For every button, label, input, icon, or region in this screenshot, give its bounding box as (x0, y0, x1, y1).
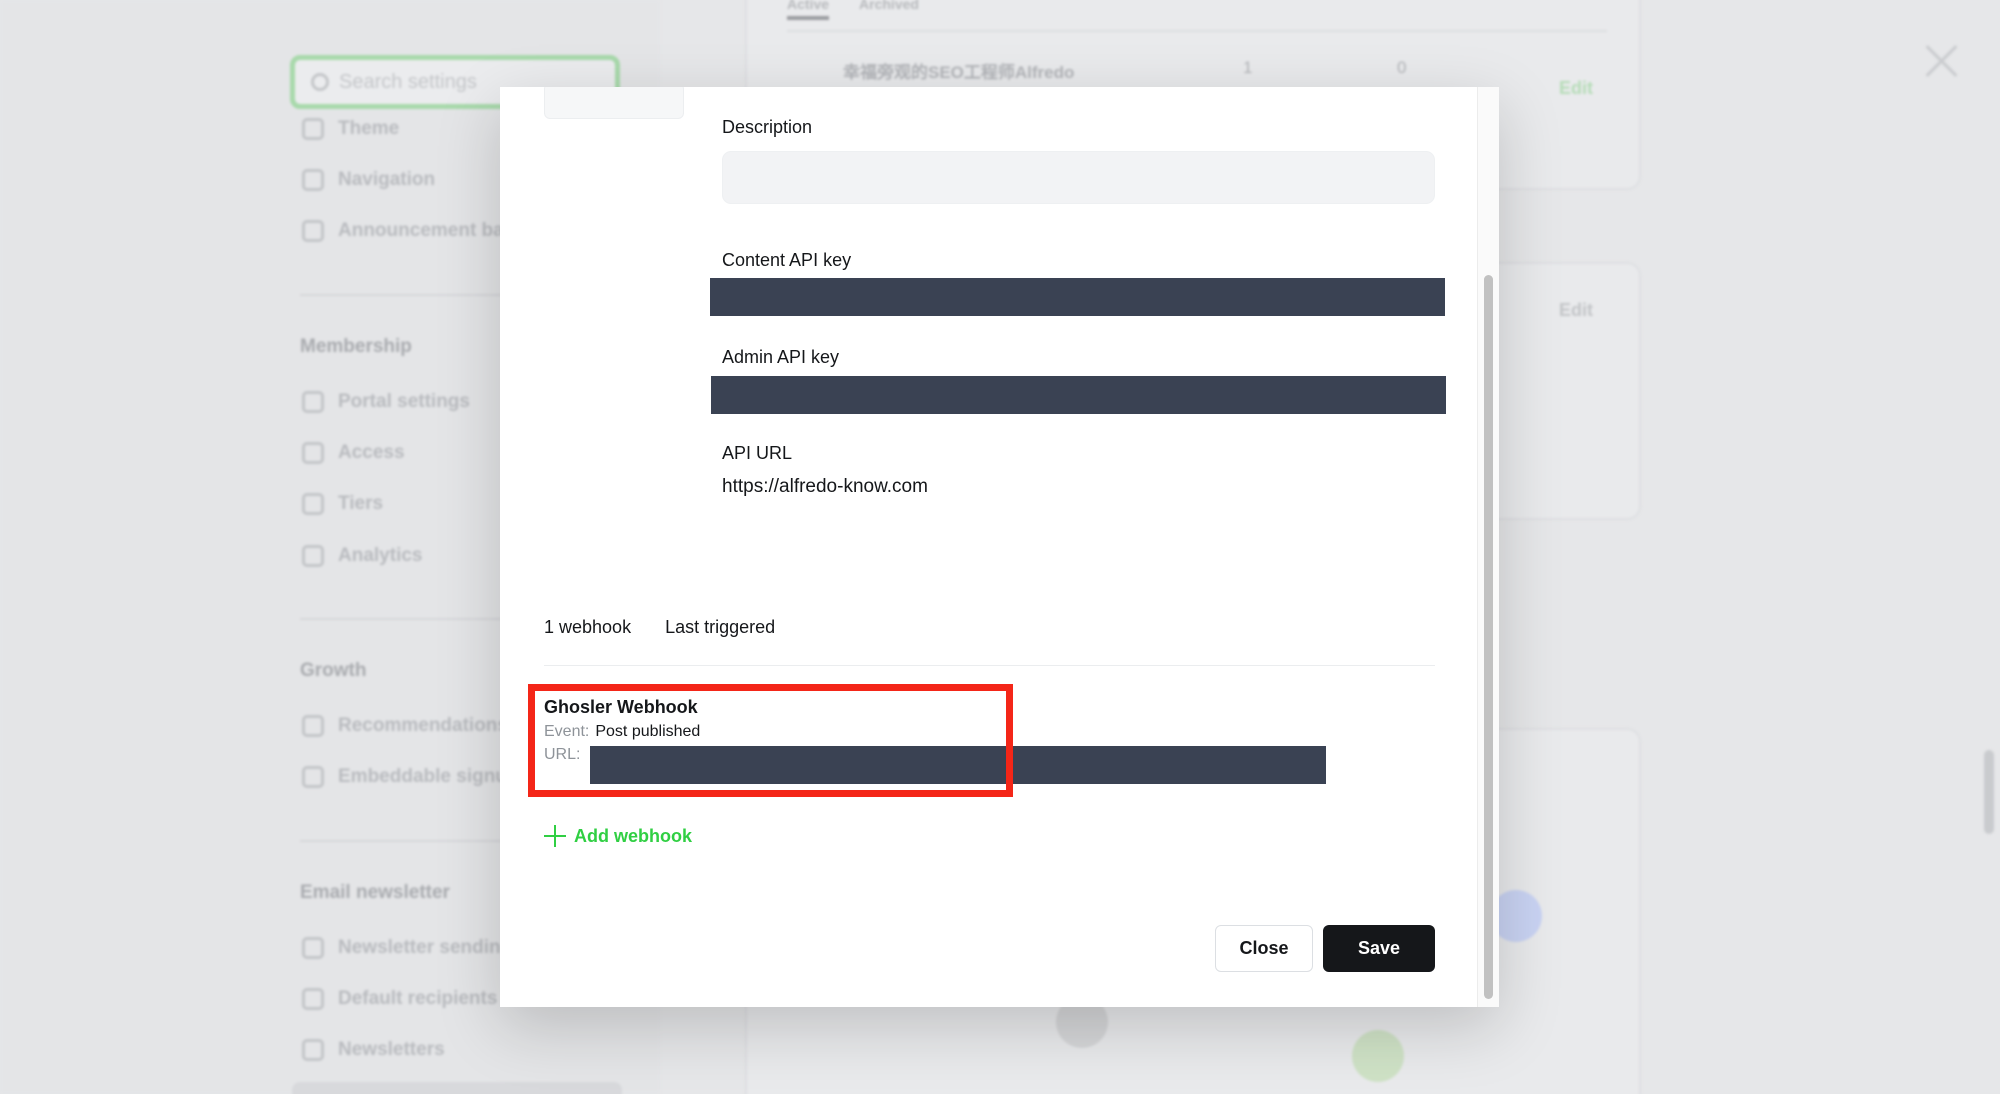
tab-divider (787, 30, 1607, 32)
search-icon (311, 73, 329, 91)
portal-icon (302, 391, 324, 413)
sidebar-item-default-recipients[interactable]: Default recipients (302, 984, 497, 1014)
modal-scrollbar-thumb[interactable] (1484, 275, 1493, 999)
api-url-value[interactable]: https://alfredo-know.com (722, 476, 928, 498)
sidebar-selected-item (292, 1082, 622, 1094)
plus-icon (544, 825, 566, 847)
sidebar-item-newsletters[interactable]: Newsletters (302, 1035, 445, 1065)
webhooks-table-header: 1 webhook Last triggered (544, 617, 775, 638)
webhook-count: 1 webhook (544, 617, 632, 637)
webhook-url-value-redacted (590, 746, 1326, 784)
heart-icon (302, 715, 324, 737)
description-label: Description (722, 117, 813, 137)
sidebar-item-portal-settings[interactable]: Portal settings (302, 387, 470, 417)
newsletter-icon (302, 1039, 324, 1061)
sidebar-item-navigation[interactable]: Navigation (302, 165, 435, 195)
sidebar-item-newsletter-sending[interactable]: Newsletter sending (302, 933, 512, 963)
integration-icon-upload[interactable] (544, 87, 684, 119)
webhook-url: URL: (544, 746, 580, 764)
theme-icon (302, 118, 324, 140)
last-triggered-header: Last triggered (665, 617, 776, 637)
tab-archived[interactable]: Archived (859, 0, 919, 20)
tab-active[interactable]: Active (787, 0, 830, 20)
webhook-event-label: Event: (544, 723, 590, 740)
save-button[interactable]: Save (1323, 925, 1435, 972)
sidebar-item-announcement-bar[interactable]: Announcement bar (302, 216, 511, 246)
webhook-url-label: URL: (544, 746, 581, 763)
admin-api-key-label: Admin API key (722, 347, 840, 367)
sidebar-item-theme[interactable]: Theme (302, 114, 399, 144)
content-api-key-label: Content API key (722, 250, 852, 270)
integration-col-2: 0 (1397, 58, 1407, 77)
shopify-logo-icon (1352, 1030, 1404, 1082)
admin-api-key-value-redacted[interactable] (711, 376, 1446, 414)
api-url-label: API URL (722, 443, 793, 463)
page-scrollbar[interactable] (1984, 750, 1994, 834)
add-webhook-button[interactable]: Add webhook (544, 825, 692, 847)
webhook-name: Ghosler Webhook (544, 697, 698, 717)
sidebar-section-growth: Growth (300, 660, 367, 681)
description-input[interactable] (722, 151, 1435, 204)
integration-modal: Description Content API key Admin API ke… (500, 87, 1499, 1007)
integration-edit-link[interactable]: Edit (1559, 78, 1593, 99)
sidebar-section-membership: Membership (300, 336, 412, 357)
megaphone-icon (302, 220, 324, 242)
add-webhook-label: Add webhook (574, 825, 692, 846)
webhook-event: Event: Post published (544, 723, 700, 741)
sidebar-item-recommendations[interactable]: Recommendations (302, 711, 508, 741)
content-api-key-value-redacted[interactable] (710, 278, 1445, 316)
tiers-icon (302, 493, 324, 515)
pencil-icon (302, 442, 324, 464)
close-settings-icon[interactable] (1924, 44, 1958, 78)
embed-icon (302, 766, 324, 788)
webhook-event-value: Post published (595, 723, 701, 740)
integration-col-1: 1 (1243, 58, 1253, 77)
send-icon (302, 937, 324, 959)
navigation-icon (302, 169, 324, 191)
sidebar-item-access[interactable]: Access (302, 438, 405, 468)
recipients-icon (302, 988, 324, 1010)
settings-edit-link[interactable]: Edit (1559, 300, 1593, 321)
search-placeholder: Search settings (339, 70, 477, 93)
table-divider (544, 665, 1435, 666)
sidebar-section-email-newsletter: Email newsletter (300, 882, 450, 903)
integration-name: 幸福旁观的SEO工程师Alfredo (843, 63, 1075, 82)
analytics-icon (302, 545, 324, 567)
sidebar-item-analytics[interactable]: Analytics (302, 541, 422, 571)
sidebar-item-tiers[interactable]: Tiers (302, 489, 383, 519)
close-button[interactable]: Close (1215, 925, 1313, 972)
